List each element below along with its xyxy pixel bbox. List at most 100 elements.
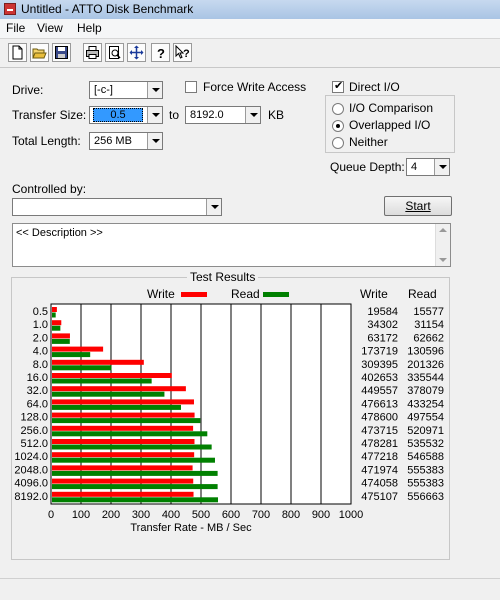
menu-bar: File View Help [0,19,500,39]
print-preview-icon [109,46,121,59]
help-button[interactable]: ? [151,43,170,62]
menu-view[interactable]: View [37,21,63,35]
chevron-down-icon[interactable] [147,133,162,149]
chevron-down-icon[interactable] [147,82,162,98]
io-comparison-label: I/O Comparison [349,101,434,115]
transfer-size-to-value: 8192.0 [190,109,224,121]
read-value: 378079 [407,385,444,397]
legend-write-swatch [181,292,207,297]
chevron-down-icon[interactable] [434,159,449,175]
chevron-down-icon[interactable] [206,199,221,215]
move-button[interactable] [127,43,146,62]
y-tick-label: 256.0 [20,425,48,437]
read-bar [52,418,201,424]
help-icon: ? [157,46,165,60]
x-tick-label: 500 [192,509,210,521]
read-value: 62662 [413,332,444,344]
scroll-up-icon[interactable] [439,228,447,232]
write-bar [52,346,104,352]
overlapped-io-label: Overlapped I/O [349,118,431,132]
write-value: 63172 [367,332,398,344]
drive-value: [-c-] [94,84,113,96]
kb-label: KB [268,108,285,122]
read-value: 535532 [407,438,444,450]
x-tick-label: 600 [222,509,240,521]
x-tick-label: 900 [312,509,330,521]
read-value: 201326 [407,359,444,371]
write-bar [52,465,193,471]
transfer-size-to-select[interactable]: 8192.0 [185,106,261,124]
read-bar [52,338,70,344]
read-bar [52,352,91,358]
title-bar: Untitled - ATTO Disk Benchmark [0,0,500,20]
write-bar [52,491,194,497]
write-bar [52,412,195,418]
direct-io-label: Direct I/O [349,80,400,94]
queue-depth-select[interactable]: 4 [406,158,450,176]
total-length-select[interactable]: 256 MB [89,132,163,150]
drive-label: Drive: [12,83,44,97]
menu-help[interactable]: Help [77,21,102,35]
y-tick-label: 64.0 [27,398,48,410]
context-help-button[interactable]: ? [173,43,192,62]
test-results-group: 0 100 200 300 400 500 600 700 800 900 1000 Transfer… [11,277,450,560]
y-tick-label: 16.0 [27,372,48,384]
x-tick-label: 0 [48,509,54,521]
neither-label: Neither [349,135,388,149]
write-bar [52,307,57,312]
move-icon [129,45,144,60]
description-scrollbar[interactable] [435,224,450,266]
write-value: 478600 [361,412,398,424]
description-textarea[interactable]: << Description >> [12,223,451,267]
write-value: 309395 [361,359,398,371]
y-tick-label: 2.0 [33,332,48,344]
chevron-down-icon[interactable] [147,107,162,123]
transfer-size-from-select[interactable]: 0.5 [89,106,163,124]
write-value: 173719 [361,346,398,358]
write-value: 478281 [361,438,398,450]
overlapped-io-radio[interactable] [332,120,344,132]
read-bar [52,444,212,450]
queue-depth-label: Queue Depth: [330,160,405,174]
read-bar [52,470,218,476]
write-bar [52,425,194,431]
read-bar [52,325,61,331]
drive-select[interactable]: [-c-] [89,81,163,99]
read-bar [52,431,208,437]
controlled-by-select[interactable] [12,198,222,216]
read-bar [52,457,215,463]
direct-io-checkbox[interactable] [332,79,344,93]
write-bar [52,333,70,339]
new-file-button[interactable] [8,43,27,62]
io-comparison-radio[interactable] [332,103,344,115]
scroll-down-icon[interactable] [439,258,447,262]
save-button[interactable] [52,43,71,62]
neither-radio[interactable] [332,137,344,149]
write-value: 471974 [361,464,398,476]
read-bar [52,404,181,410]
read-bar [52,484,218,490]
menu-file[interactable]: File [6,21,25,35]
window-title: Untitled - ATTO Disk Benchmark [21,2,194,16]
y-tick-label: 1.0 [33,319,48,331]
read-bar [52,378,152,384]
write-bar [52,359,144,365]
queue-depth-value: 4 [411,161,418,173]
write-value: 473715 [361,425,398,437]
chevron-down-icon[interactable] [245,107,260,123]
total-length-value: 256 MB [94,135,132,147]
write-value: 476613 [361,398,398,410]
force-write-checkbox[interactable] [185,81,197,93]
description-text: << Description >> [16,227,103,239]
print-preview-button[interactable] [105,43,124,62]
start-button[interactable]: Start [384,196,452,216]
write-value: 474058 [361,478,398,490]
print-button[interactable] [83,43,102,62]
to-label: to [169,108,180,122]
write-value: 477218 [361,451,398,463]
open-button[interactable] [30,43,49,62]
read-value: 555383 [407,464,444,476]
read-value: 556663 [407,491,444,503]
write-column-header: Write [360,287,388,301]
legend-write-label: Write [147,287,175,301]
